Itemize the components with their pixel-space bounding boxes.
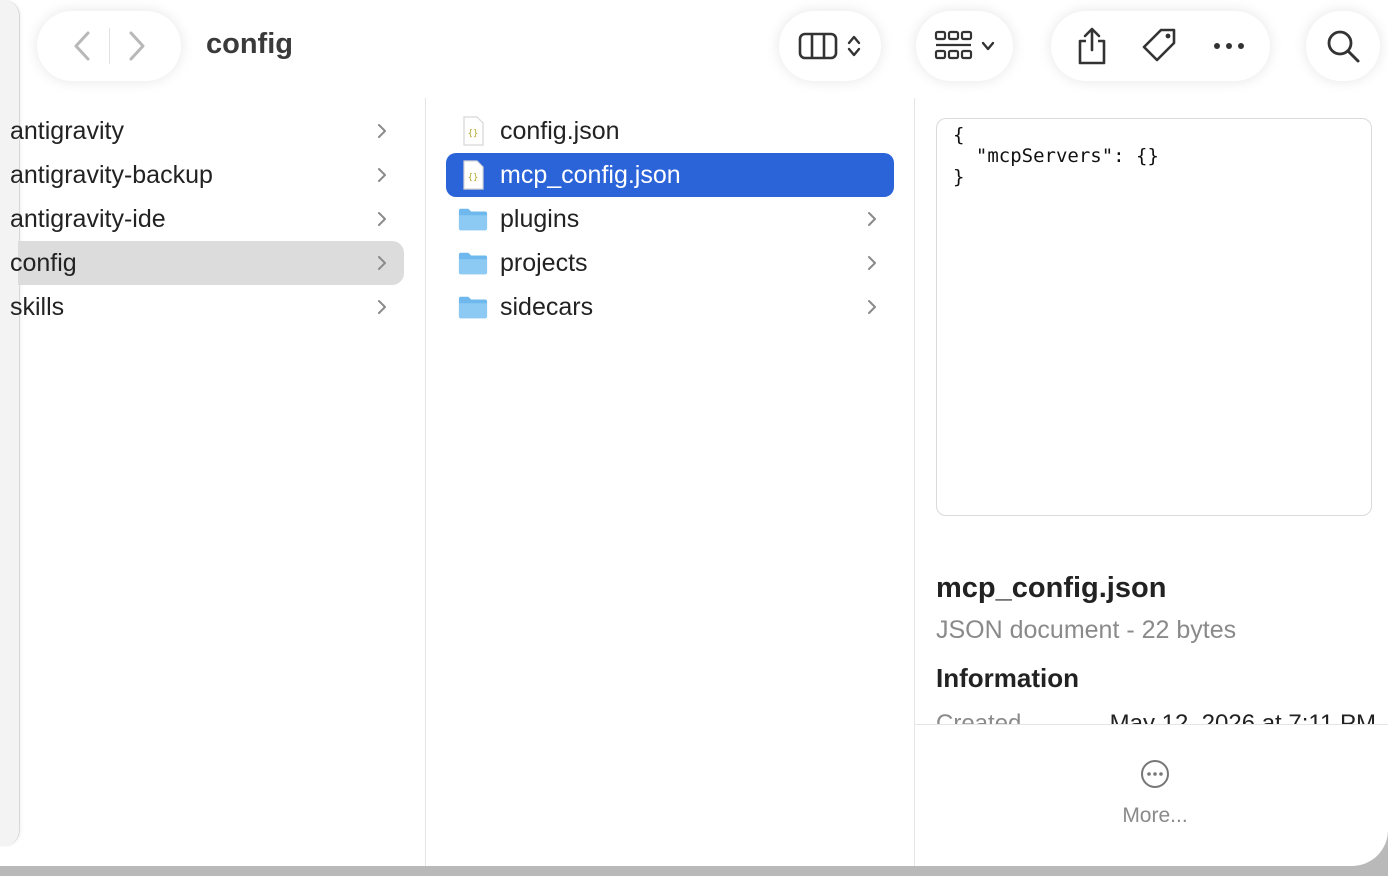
file-row-config-json[interactable]: {} config.json bbox=[446, 109, 894, 153]
file-label: mcp_config.json bbox=[500, 160, 681, 189]
file-label: sidecars bbox=[500, 292, 594, 321]
chevron-right-icon bbox=[372, 121, 392, 141]
file-column: {} config.json {} mcp_config.json plugin… bbox=[426, 98, 915, 866]
navigation-controls bbox=[37, 11, 181, 81]
chevron-right-icon bbox=[862, 297, 882, 317]
tag-icon bbox=[1143, 28, 1176, 62]
info-list: Created May 12, 2026 at 7:11 PM bbox=[936, 710, 1376, 724]
folder-icon bbox=[458, 292, 488, 322]
preview-file-kind: JSON document - 22 bytes bbox=[936, 616, 1237, 644]
action-controls bbox=[1051, 11, 1270, 81]
folder-label: antigravity bbox=[10, 116, 124, 145]
preview-pane: { "mcpServers": {} } mcp_config.json JSO… bbox=[915, 98, 1388, 866]
parent-folder-column: antigravity antigravity-backup antigravi… bbox=[0, 98, 426, 866]
info-value: May 12, 2026 at 7:11 PM bbox=[1109, 710, 1376, 724]
window-title: config bbox=[206, 28, 293, 60]
more-actions-button[interactable] bbox=[1212, 41, 1246, 51]
svg-text:{}: {} bbox=[468, 129, 479, 139]
folder-row-antigravity-ide[interactable]: antigravity-ide bbox=[10, 197, 404, 241]
file-row-sidecars[interactable]: sidecars bbox=[446, 285, 894, 329]
chevron-right-icon bbox=[372, 253, 392, 273]
chevron-left-icon bbox=[74, 31, 89, 61]
file-row-mcp-config-json[interactable]: {} mcp_config.json bbox=[446, 153, 894, 197]
chevron-right-icon bbox=[862, 253, 882, 273]
chevron-right-icon bbox=[372, 209, 392, 229]
folder-icon bbox=[458, 248, 488, 278]
svg-text:{}: {} bbox=[468, 173, 479, 183]
preview-content: { "mcpServers": {} } bbox=[953, 124, 1159, 188]
info-label: Created bbox=[936, 710, 1022, 724]
preview-divider bbox=[915, 724, 1388, 725]
chevron-right-icon bbox=[129, 31, 144, 61]
folder-label: antigravity-ide bbox=[10, 204, 166, 233]
file-row-plugins[interactable]: plugins bbox=[446, 197, 894, 241]
folder-row-config[interactable]: config bbox=[10, 241, 404, 285]
forward-button[interactable] bbox=[126, 30, 148, 62]
folder-label: antigravity-backup bbox=[10, 160, 213, 189]
info-row-created: Created May 12, 2026 at 7:11 PM bbox=[936, 710, 1376, 724]
ellipsis-icon bbox=[1214, 43, 1245, 49]
nav-separator bbox=[108, 28, 110, 64]
back-button[interactable] bbox=[71, 30, 93, 62]
more-label: More... bbox=[1122, 804, 1188, 827]
search-button[interactable] bbox=[1306, 11, 1380, 81]
folder-row-skills[interactable]: skills bbox=[10, 285, 404, 329]
file-label: config.json bbox=[500, 116, 620, 145]
ellipsis-circle-icon bbox=[1141, 760, 1169, 788]
column-view-icon bbox=[798, 32, 838, 60]
folder-label: config bbox=[10, 248, 77, 277]
search-icon bbox=[1327, 30, 1360, 63]
chevron-right-icon bbox=[372, 165, 392, 185]
chevron-updown-icon bbox=[847, 35, 861, 57]
information-heading: Information bbox=[936, 663, 1079, 693]
folder-label: skills bbox=[10, 292, 65, 321]
finder-window: config antigravity antigravity-backup an… bbox=[0, 0, 1388, 866]
folder-row-antigravity-backup[interactable]: antigravity-backup bbox=[10, 153, 404, 197]
folder-icon bbox=[458, 204, 488, 234]
json-file-icon: {} bbox=[458, 116, 488, 146]
json-file-icon: {} bbox=[458, 160, 488, 190]
icon-grid-icon bbox=[934, 30, 972, 60]
share-icon bbox=[1078, 27, 1106, 65]
group-by-button[interactable] bbox=[916, 11, 1013, 81]
view-mode-button[interactable] bbox=[779, 11, 881, 81]
file-preview[interactable]: { "mcpServers": {} } bbox=[936, 118, 1372, 516]
chevron-right-icon bbox=[862, 209, 882, 229]
more-button[interactable]: More... bbox=[915, 758, 1388, 828]
chevron-down-icon bbox=[981, 41, 994, 51]
file-label: plugins bbox=[500, 204, 580, 233]
tag-button[interactable] bbox=[1140, 26, 1180, 66]
share-button[interactable] bbox=[1075, 26, 1109, 66]
folder-row-antigravity[interactable]: antigravity bbox=[10, 109, 404, 153]
chevron-right-icon bbox=[372, 297, 392, 317]
preview-filename: mcp_config.json bbox=[936, 572, 1167, 604]
file-row-projects[interactable]: projects bbox=[446, 241, 894, 285]
file-label: projects bbox=[500, 248, 588, 277]
